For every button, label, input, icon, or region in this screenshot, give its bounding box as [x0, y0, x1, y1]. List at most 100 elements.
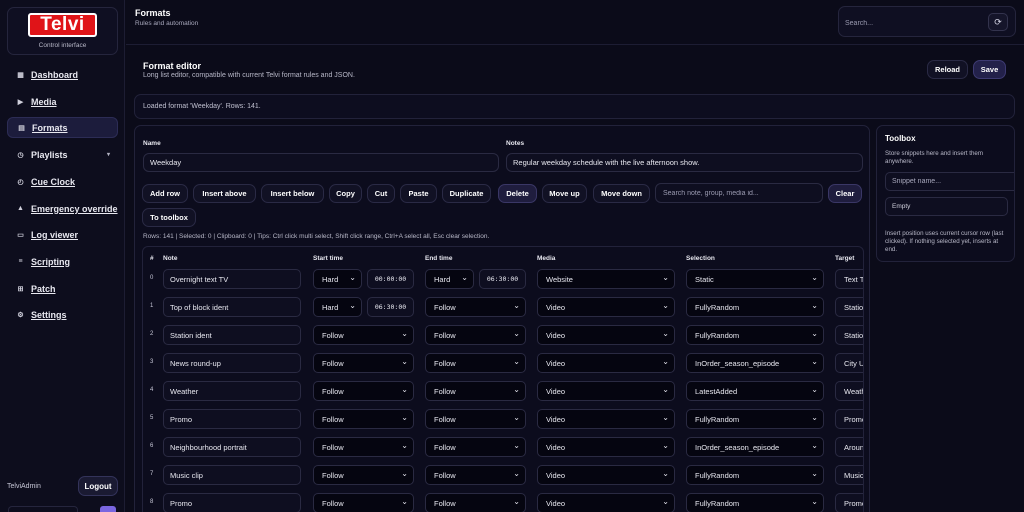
note-input[interactable]: Promo: [163, 409, 301, 429]
start-mode-select[interactable]: Follow ⌄: [313, 465, 414, 485]
copy-button[interactable]: Copy: [329, 184, 362, 203]
selection-select[interactable]: InOrder_season_episode ⌄: [686, 437, 824, 457]
notes-field[interactable]: Regular weekday schedule with the live a…: [506, 153, 863, 172]
note-input[interactable]: Music clip: [163, 465, 301, 485]
paste-button[interactable]: Paste: [400, 184, 437, 203]
media-select[interactable]: Video ⌄: [537, 465, 675, 485]
start-mode-select[interactable]: Follow ⌄: [313, 381, 414, 401]
logout-button[interactable]: Logout: [78, 476, 118, 496]
table-row[interactable]: 6 Neighbourhood portrait Follow ⌄ Follow ⌄ Vid…: [143, 434, 863, 462]
note-input[interactable]: Neighbourhood portrait: [163, 437, 301, 457]
end-mode-select[interactable]: Follow ⌄: [425, 493, 526, 512]
end-mode-select[interactable]: Follow ⌄: [425, 353, 526, 373]
selection-select[interactable]: FullyRandom ⌄: [686, 409, 824, 429]
selection-select[interactable]: LatestAdded ⌄: [686, 381, 824, 401]
table-row[interactable]: 3 News round-up Follow ⌄ Follow ⌄ Video ⌄ InOrde…: [143, 350, 863, 378]
move-down-button[interactable]: Move down: [593, 184, 650, 203]
add-row-button[interactable]: Add row: [142, 184, 188, 203]
duplicate-button[interactable]: Duplicate: [442, 184, 491, 203]
insert-above-button[interactable]: Insert above: [193, 184, 256, 203]
target-input[interactable]: Music: [835, 465, 863, 485]
target-input[interactable]: Station: [835, 325, 863, 345]
note-input[interactable]: Top of block ident: [163, 297, 301, 317]
media-select[interactable]: Video ⌄: [537, 493, 675, 512]
insert-below-button[interactable]: Insert below: [261, 184, 324, 203]
start-mode-select[interactable]: Hard ⌄: [313, 269, 362, 289]
nav-item-log-viewer[interactable]: ▭ Log viewer: [7, 224, 118, 245]
end-mode-select[interactable]: Follow ⌄: [425, 297, 526, 317]
snippet-name-input[interactable]: [885, 172, 1014, 191]
clear-button[interactable]: Clear: [828, 184, 862, 203]
note-input[interactable]: Station ident: [163, 325, 301, 345]
media-select[interactable]: Video ⌄: [537, 409, 675, 429]
start-mode-select[interactable]: Follow ⌄: [313, 437, 414, 457]
target-input[interactable]: Aroun: [835, 437, 863, 457]
media-select[interactable]: Video ⌄: [537, 437, 675, 457]
nav-item-emergency-override[interactable]: ▲ Emergency override: [7, 198, 118, 219]
start-mode-select[interactable]: Follow ⌄: [313, 353, 414, 373]
selection-select[interactable]: FullyRandom ⌄: [686, 493, 824, 512]
table-row[interactable]: 7 Music clip Follow ⌄ Follow ⌄ Video ⌄ FullyRand…: [143, 462, 863, 490]
table-row[interactable]: 0 Overnight text TV Hard ⌄ 00:00:00 Hard ⌄ 06:3…: [143, 266, 863, 294]
cut-button[interactable]: Cut: [367, 184, 395, 203]
nav-item-scripting[interactable]: ≡ Scripting: [7, 251, 118, 272]
note-input[interactable]: Overnight text TV: [163, 269, 301, 289]
media-select[interactable]: Video ⌄: [537, 297, 675, 317]
note-input[interactable]: Promo: [163, 493, 301, 512]
end-mode-select[interactable]: Follow ⌄: [425, 381, 526, 401]
sidebar-footer-accent[interactable]: [100, 506, 116, 512]
target-input[interactable]: Promo: [835, 493, 863, 512]
target-input[interactable]: Text TV: [835, 269, 863, 289]
start-time-input[interactable]: 06:30:00: [367, 297, 414, 317]
end-mode-select[interactable]: Follow ⌄: [425, 325, 526, 345]
nav-item-cue-clock[interactable]: ◴ Cue Clock: [7, 171, 118, 192]
nav-item-settings[interactable]: ⚙ Settings: [7, 304, 118, 325]
end-mode-select[interactable]: Follow ⌄: [425, 409, 526, 429]
nav-item-patch[interactable]: ⊞ Patch: [7, 278, 118, 299]
target-input[interactable]: City U: [835, 353, 863, 373]
move-up-button[interactable]: Move up: [542, 184, 587, 203]
end-mode-select[interactable]: Hard ⌄: [425, 269, 474, 289]
search-input[interactable]: [845, 16, 983, 30]
table-row[interactable]: 8 Promo Follow ⌄ Follow ⌄ Video ⌄ FullyRandom ⌄ Pr…: [143, 490, 863, 512]
media-select[interactable]: Video ⌄: [537, 325, 675, 345]
nav-item-media[interactable]: ▶ Media: [7, 91, 118, 112]
telvi-logo[interactable]: Telvi: [28, 13, 97, 37]
media-select[interactable]: Video ⌄: [537, 353, 675, 373]
target-input[interactable]: Promo: [835, 409, 863, 429]
note-input[interactable]: News round-up: [163, 353, 301, 373]
name-field[interactable]: Weekday: [143, 153, 499, 172]
start-mode-select[interactable]: Follow ⌄: [313, 325, 414, 345]
selection-select[interactable]: FullyRandom ⌄: [686, 297, 824, 317]
start-time-input[interactable]: 00:00:00: [367, 269, 414, 289]
reload-button[interactable]: Reload: [927, 60, 968, 79]
start-mode-select[interactable]: Follow ⌄: [313, 493, 414, 512]
target-input[interactable]: Weath: [835, 381, 863, 401]
selection-select[interactable]: FullyRandom ⌄: [686, 325, 824, 345]
nav-item-playlists[interactable]: ◷ Playlists ▾: [7, 144, 118, 165]
save-button[interactable]: Save: [973, 60, 1006, 79]
nav-item-formats[interactable]: ▤ Formats: [7, 117, 118, 138]
note-input[interactable]: Weather: [163, 381, 301, 401]
chevron-down-icon[interactable]: ▾: [107, 151, 110, 158]
end-time-input[interactable]: 06:30:00: [479, 269, 526, 289]
selection-select[interactable]: FullyRandom ⌄: [686, 465, 824, 485]
start-mode-select[interactable]: Hard ⌄: [313, 297, 362, 317]
selection-select[interactable]: InOrder_season_episode ⌄: [686, 353, 824, 373]
media-select[interactable]: Video ⌄: [537, 381, 675, 401]
table-row[interactable]: 1 Top of block ident Hard ⌄ 06:30:00 Follow ⌄ V…: [143, 294, 863, 322]
table-row[interactable]: 2 Station ident Follow ⌄ Follow ⌄ Video ⌄ FullyR…: [143, 322, 863, 350]
to-toolbox-button[interactable]: To toolbox: [142, 208, 196, 227]
target-input[interactable]: Station: [835, 297, 863, 317]
selection-select[interactable]: Static ⌄: [686, 269, 824, 289]
table-row[interactable]: 5 Promo Follow ⌄ Follow ⌄ Video ⌄ FullyRandom ⌄ Pr…: [143, 406, 863, 434]
start-mode-select[interactable]: Follow ⌄: [313, 409, 414, 429]
media-select[interactable]: Website ⌄: [537, 269, 675, 289]
end-mode-select[interactable]: Follow ⌄: [425, 465, 526, 485]
end-mode-select[interactable]: Follow ⌄: [425, 437, 526, 457]
nav-item-dashboard[interactable]: ▦ Dashboard: [7, 64, 118, 85]
row-filter-input[interactable]: [655, 183, 823, 203]
table-row[interactable]: 4 Weather Follow ⌄ Follow ⌄ Video ⌄ LatestAdded ⌄…: [143, 378, 863, 406]
delete-button[interactable]: Delete: [498, 184, 537, 203]
refresh-icon[interactable]: ⟳: [988, 13, 1008, 31]
